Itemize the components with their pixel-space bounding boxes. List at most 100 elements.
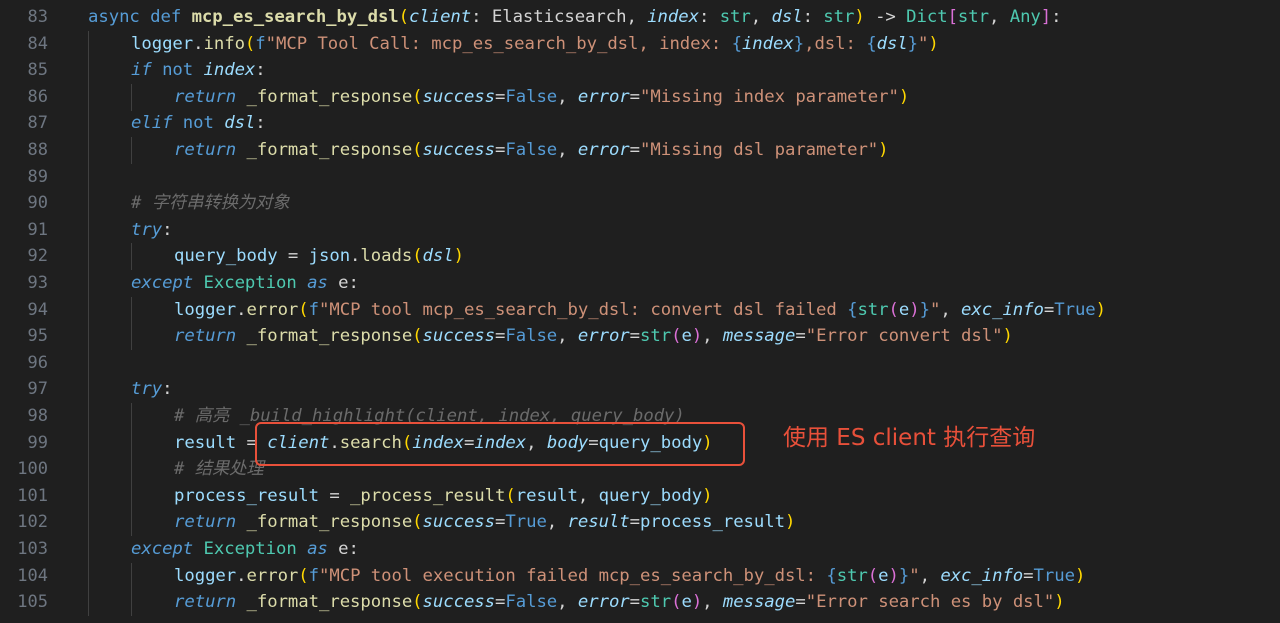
code-line[interactable]: 105 return _format_response(success=False… — [0, 589, 1280, 617]
code-token: = — [495, 86, 506, 107]
indent-guide — [88, 137, 89, 164]
code-token: ( — [412, 326, 423, 347]
code-token: # 字符串转换为对象 — [131, 193, 290, 214]
code-line[interactable]: 104 logger.error(f"MCP tool execution fai… — [0, 562, 1280, 590]
code-line[interactable]: 86 return _format_response(success=False,… — [0, 83, 1280, 111]
code-token: logger — [174, 299, 237, 320]
code-token: # 结果处理 — [174, 459, 264, 480]
code-token: result — [515, 485, 578, 506]
code-line[interactable]: 84 logger.info(f"MCP Tool Call: mcp_es_se… — [0, 30, 1280, 58]
code-token: "Missing index parameter" — [640, 86, 899, 107]
code-token: ( — [298, 565, 309, 586]
code-line[interactable]: 94 logger.error(f"MCP tool mcp_es_search_… — [0, 296, 1280, 324]
indent-guide — [131, 323, 132, 351]
line-number: 86 — [27, 86, 48, 107]
indent-guide — [131, 429, 132, 457]
code-line[interactable]: 90 # 字符串转换为对象 — [0, 190, 1280, 218]
code-token: ( — [671, 326, 682, 347]
code-line[interactable]: 93 except Exception as e: — [0, 270, 1280, 297]
code-line[interactable]: 92 query_body = json.loads(dsl) — [0, 243, 1280, 271]
code-line[interactable]: 87 elif not dsl: — [0, 110, 1280, 138]
highlight-box — [255, 422, 745, 466]
indent-guide — [131, 137, 132, 164]
code-token: } — [907, 33, 919, 54]
code-token: logger — [131, 33, 194, 54]
code-line[interactable]: 101 process_result = _process_result(resu… — [0, 482, 1280, 510]
code-text: except Exception as e: — [131, 536, 359, 563]
line-number: 97 — [27, 379, 48, 400]
code-editor[interactable]: 83 async def mcp_es_search_by_dsl(client:… — [0, 0, 1280, 623]
code-token: process_result — [174, 485, 319, 506]
code-text: try: — [131, 376, 172, 403]
code-token: ( — [298, 299, 309, 320]
code-token: "MCP tool execution failed mcp_es_search… — [319, 565, 827, 586]
code-token: "Missing dsl parameter" — [640, 140, 879, 160]
code-token: { — [826, 565, 837, 586]
line-number: 101 — [17, 485, 48, 506]
code-token: ( — [412, 140, 423, 160]
code-token: str — [857, 299, 889, 320]
code-token: : — [698, 7, 720, 27]
indent-guide — [88, 349, 89, 377]
indent-guide — [88, 323, 89, 351]
indent-guide — [131, 456, 132, 484]
code-token: _process_result — [350, 485, 506, 506]
code-token: ) — [691, 326, 703, 347]
code-line[interactable]: 91 try: — [0, 216, 1280, 244]
code-token: : — [802, 7, 824, 27]
code-token: ( — [867, 565, 879, 586]
code-token: _format_response — [246, 512, 413, 533]
line-number: 98 — [27, 406, 48, 426]
code-token: loads — [360, 246, 413, 267]
code-token: } — [898, 565, 910, 586]
indent-guide — [131, 562, 132, 590]
code-token: return — [174, 512, 237, 533]
code-token: success — [422, 592, 496, 613]
code-token: success — [422, 512, 496, 533]
code-line[interactable]: 85 if not index: — [0, 57, 1280, 85]
code-line[interactable]: 88 return _format_response(success=False,… — [0, 137, 1280, 164]
indent-guide — [88, 163, 89, 191]
code-token: e — [898, 299, 910, 320]
code-token: = — [495, 592, 506, 613]
code-token: -> — [864, 7, 907, 27]
code-token: "Error search es by dsl" — [805, 592, 1055, 613]
indent-guide — [131, 83, 132, 111]
code-line[interactable]: 95 return _format_response(success=False,… — [0, 323, 1280, 351]
code-token: ( — [888, 299, 899, 320]
code-token: message — [722, 326, 796, 347]
code-token: ) — [878, 140, 889, 160]
code-text: logger.error(f"MCP tool mcp_es_search_by… — [174, 297, 1106, 324]
code-text: logger.info(f"MCP Tool Call: mcp_es_sear… — [131, 31, 939, 58]
code-token: error — [577, 140, 630, 160]
indent-guide — [88, 110, 89, 138]
line-number: 105 — [17, 592, 48, 613]
code-token: result — [567, 512, 630, 533]
code-line[interactable]: 102 return _format_response(success=True,… — [0, 509, 1280, 537]
code-line[interactable]: 83 async def mcp_es_search_by_dsl(client:… — [0, 4, 1280, 31]
code-token: e — [681, 592, 692, 613]
indent-guide — [131, 296, 132, 324]
code-token: } — [793, 33, 805, 54]
code-line[interactable]: 96 — [0, 349, 1280, 377]
code-token: elif — [131, 113, 173, 134]
code-token: ) — [1074, 565, 1086, 586]
code-text: except Exception as e: — [131, 270, 359, 297]
code-line[interactable]: 97 try: — [0, 376, 1280, 404]
code-line[interactable]: 89 — [0, 163, 1280, 191]
line-number: 85 — [27, 60, 48, 81]
code-token: ) — [453, 246, 464, 267]
code-token: ( — [671, 592, 682, 613]
code-token: str — [836, 565, 868, 586]
code-line[interactable]: 103 except Exception as e: — [0, 536, 1280, 563]
code-token: str — [719, 7, 751, 27]
code-token: as — [307, 273, 328, 293]
code-token: = — [629, 512, 641, 533]
code-token: success — [422, 86, 496, 107]
indent-guide — [88, 403, 89, 430]
line-number: 99 — [27, 432, 48, 453]
